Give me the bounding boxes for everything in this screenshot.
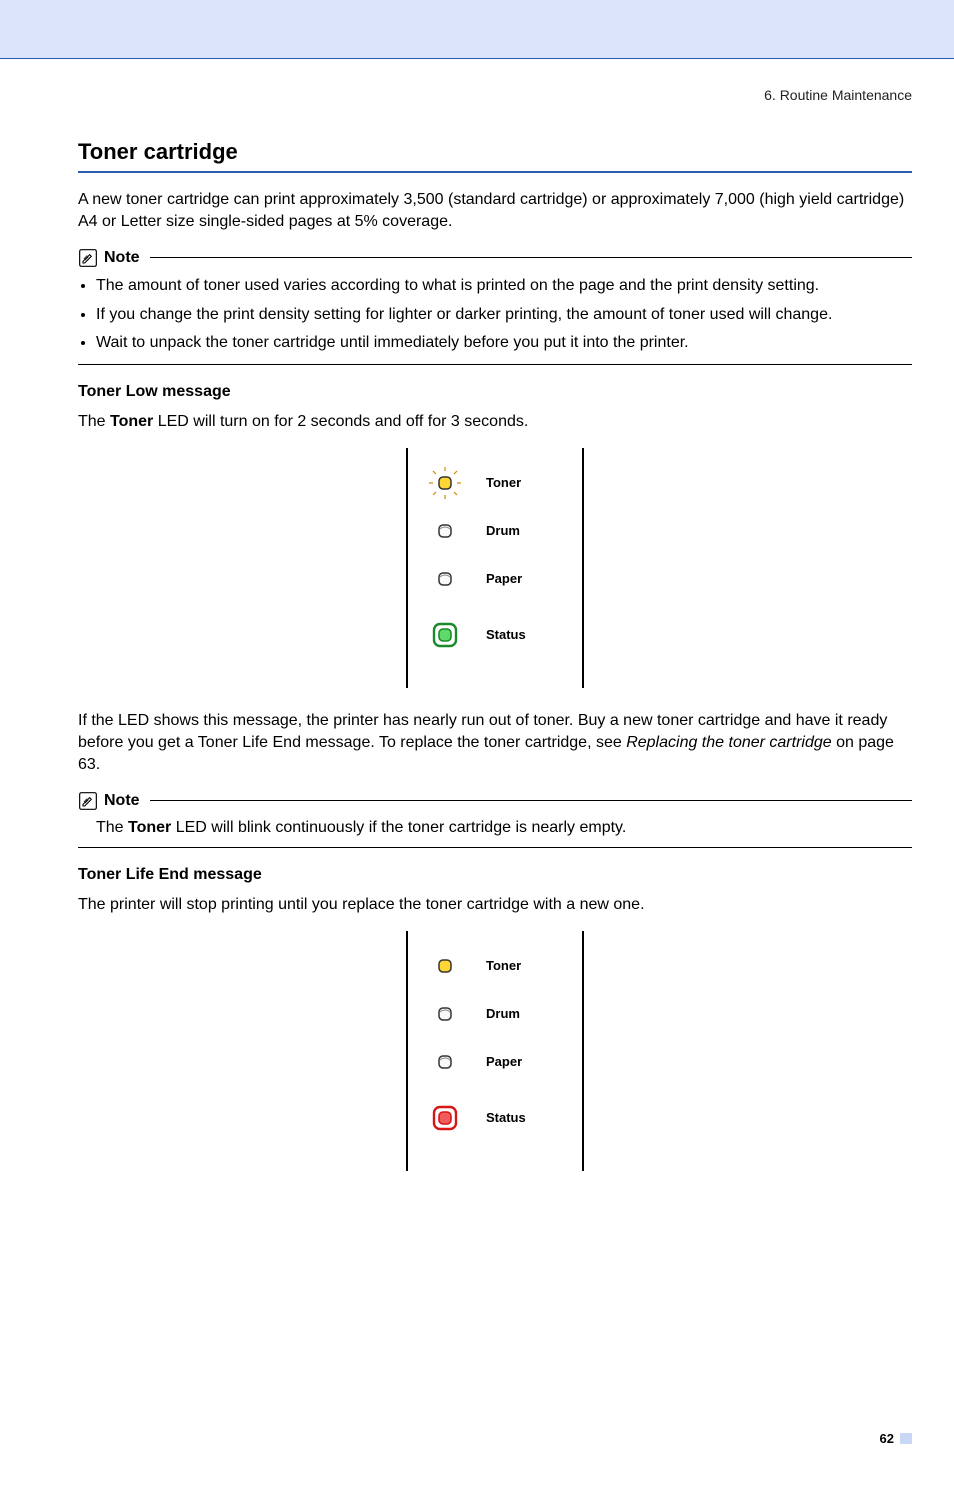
led-panel-toner-life-end: Toner Drum Paper: [406, 931, 584, 1171]
status-led-green-icon: [428, 618, 462, 652]
note-label: Note: [104, 249, 140, 267]
toner-life-end-heading: Toner Life End message: [78, 866, 912, 884]
note-pencil-icon: [78, 791, 98, 811]
note-rule-bottom: [78, 847, 912, 848]
led-panel-toner-low: Toner Drum Paper: [406, 448, 584, 688]
paper-led-off-icon: [428, 562, 462, 596]
led-label-status: Status: [486, 1110, 526, 1125]
note-bullet: Wait to unpack the toner cartridge until…: [96, 331, 912, 356]
led-label-toner: Toner: [486, 475, 521, 490]
toner-led-blinking-icon: [428, 466, 462, 500]
note-bullet: If you change the print density setting …: [96, 303, 912, 328]
page-number: 62: [78, 1431, 912, 1446]
note-header: Note: [78, 248, 912, 268]
note-bullet: The amount of toner used varies accordin…: [96, 274, 912, 299]
led-label-paper: Paper: [486, 1054, 522, 1069]
toner-low-paragraph: The Toner LED will turn on for 2 seconds…: [78, 411, 912, 433]
drum-led-off-icon: [428, 997, 462, 1031]
note-pencil-icon: [78, 248, 98, 268]
led-label-toner: Toner: [486, 958, 521, 973]
led-label-paper: Paper: [486, 571, 522, 586]
status-led-red-icon: [428, 1101, 462, 1135]
header-band: [0, 0, 954, 58]
toner-life-end-paragraph: The printer will stop printing until you…: [78, 894, 912, 916]
page-title: Toner cartridge: [78, 139, 912, 165]
paper-led-off-icon: [428, 1045, 462, 1079]
note2-body: The Toner LED will blink continuously if…: [96, 817, 912, 839]
note-label: Note: [104, 792, 140, 810]
title-rule: [78, 171, 912, 173]
drum-led-off-icon: [428, 514, 462, 548]
breadcrumb: 6. Routine Maintenance: [78, 87, 912, 103]
toner-led-on-icon: [428, 949, 462, 983]
note-rule: [150, 257, 912, 258]
led-label-drum: Drum: [486, 1006, 520, 1021]
led-label-drum: Drum: [486, 523, 520, 538]
led-label-status: Status: [486, 627, 526, 642]
toner-low-heading: Toner Low message: [78, 383, 912, 401]
toner-low-followup: If the LED shows this message, the print…: [78, 710, 912, 777]
note-rule-bottom: [78, 364, 912, 365]
note-rule: [150, 800, 912, 801]
note-header: Note: [78, 791, 912, 811]
note-bullet-list: The amount of toner used varies accordin…: [78, 274, 912, 356]
intro-paragraph: A new toner cartridge can print approxim…: [78, 189, 912, 234]
